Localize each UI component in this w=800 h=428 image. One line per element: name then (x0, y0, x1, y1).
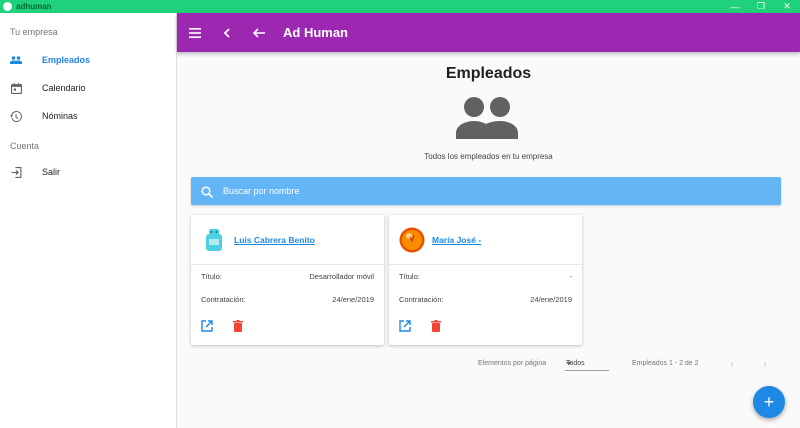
sidebar-item-label: Salir (42, 167, 61, 177)
search-input[interactable] (223, 186, 623, 196)
items-per-page-select[interactable]: Todos (565, 357, 609, 371)
sidebar-item-salir[interactable]: Salir (0, 159, 176, 185)
search-icon (201, 185, 214, 199)
sidebar-item-empleados[interactable]: Empleados (0, 47, 176, 73)
sidebar: Tu empresa Empleados Calendario Nóminas … (0, 13, 177, 428)
sidebar-item-nominas[interactable]: Nóminas (0, 103, 176, 129)
items-per-page-label: Elementos por página (478, 360, 547, 367)
title-label: Título: (399, 272, 420, 281)
app-bar: Ad Human (177, 13, 800, 52)
chevron-left-icon[interactable] (213, 19, 241, 47)
calendar-icon (10, 82, 22, 94)
page-subtitle: Todos los empleados en tu empresa (424, 152, 553, 161)
avatar (201, 227, 227, 253)
people-icon (456, 97, 520, 139)
title-label: Título: (201, 272, 222, 281)
plus-icon: + (763, 391, 775, 412)
minimize-icon[interactable]: — (722, 0, 748, 13)
title-value: Desarrollador móvil (309, 272, 374, 281)
restore-icon[interactable]: ❐ (748, 0, 774, 13)
app-title: Ad Human (283, 25, 348, 40)
employee-title-row: Título: Desarrollador móvil (191, 265, 384, 288)
delete-icon[interactable] (429, 319, 443, 333)
next-page-icon[interactable]: › (758, 357, 772, 371)
open-in-new-icon[interactable] (398, 319, 412, 333)
employee-title-row: Título: - (389, 265, 582, 288)
employee-hire-row: Contratación: 24/ene/2019 (191, 288, 384, 311)
sidebar-item-label: Empleados (42, 55, 91, 65)
employee-name-link[interactable]: María José - (432, 235, 481, 245)
hire-value: 24/ene/2019 (530, 295, 572, 304)
search-bar (191, 177, 781, 205)
sidebar-item-label: Calendario (42, 83, 86, 93)
avatar (399, 227, 425, 253)
main-content: Empleados Todos los empleados en tu empr… (177, 52, 800, 428)
previous-page-icon[interactable]: ‹ (725, 357, 739, 371)
employee-card: María José - Título: - Contratación: 24/… (389, 215, 582, 345)
employee-name-link[interactable]: Luis Cabrera Benito (234, 235, 315, 245)
page-title: Empleados (445, 65, 532, 82)
paginator: Elementos por página Todos Empleados 1 -… (177, 357, 800, 373)
people-icon (10, 54, 22, 66)
sidebar-item-label: Nóminas (42, 111, 78, 121)
history-icon (10, 110, 22, 122)
dropdown-arrow-icon (566, 362, 572, 365)
window-title: adhuman (16, 2, 52, 11)
app-icon (3, 2, 12, 11)
close-icon[interactable]: ✕ (774, 0, 800, 13)
title-value: - (569, 272, 573, 281)
hire-label: Contratación: (201, 295, 246, 304)
open-in-new-icon[interactable] (200, 319, 214, 333)
hire-label: Contratación: (399, 295, 444, 304)
back-arrow-icon[interactable] (245, 19, 273, 47)
employee-hire-row: Contratación: 24/ene/2019 (389, 288, 582, 311)
window-titlebar: adhuman — ❐ ✕ (0, 0, 800, 13)
menu-icon[interactable] (181, 19, 209, 47)
delete-icon[interactable] (231, 319, 245, 333)
add-employee-button[interactable]: + (753, 386, 785, 418)
employee-card: Luis Cabrera Benito Título: Desarrollado… (191, 215, 384, 345)
hire-value: 24/ene/2019 (332, 295, 374, 304)
sidebar-item-calendario[interactable]: Calendario (0, 75, 176, 101)
pagination-range: Empleados 1 - 2 de 2 (632, 360, 699, 367)
sidebar-section-account: Cuenta (10, 141, 40, 151)
sidebar-section-company: Tu empresa (10, 27, 58, 37)
exit-icon (10, 166, 22, 178)
